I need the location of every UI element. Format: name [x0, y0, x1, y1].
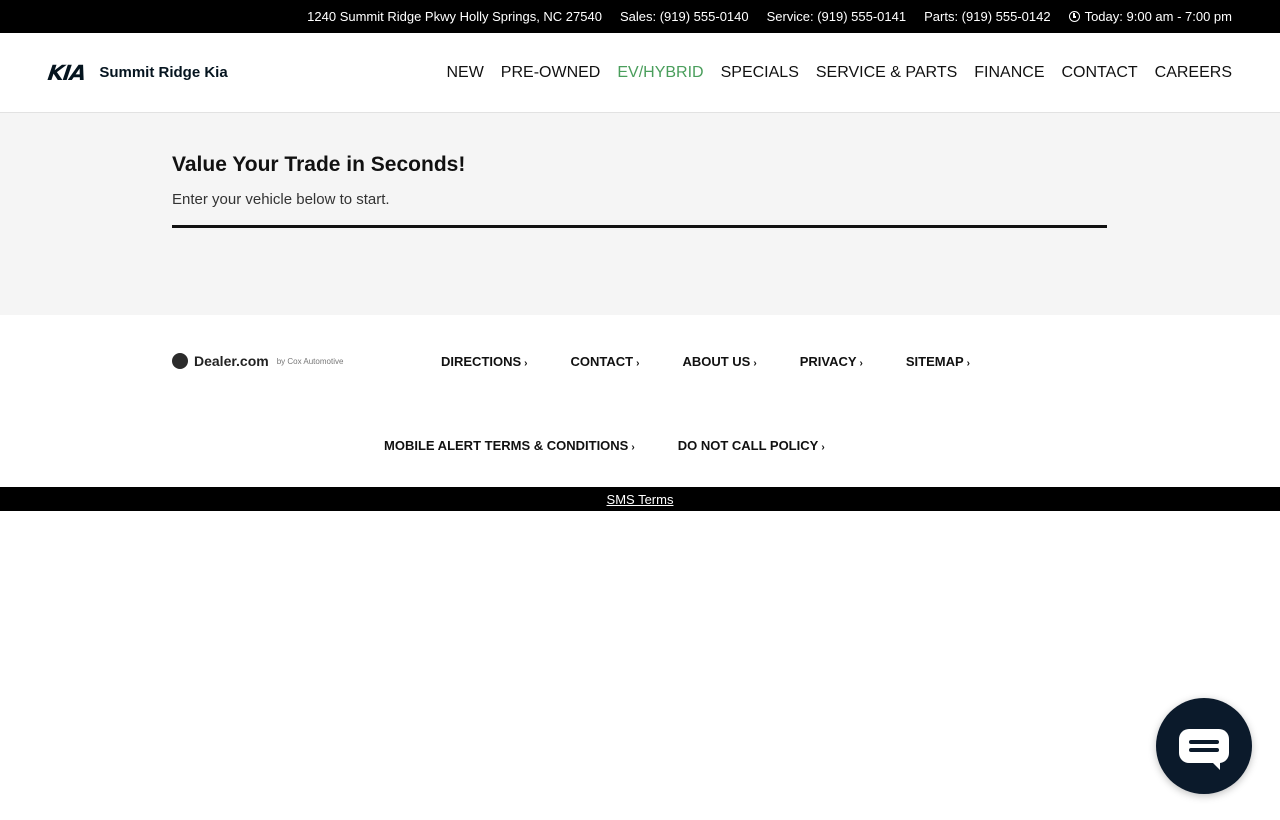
footer-links-row-1: DIRECTIONS › CONTACT › ABOUT US › PRIVACY › …	[441, 354, 1013, 369]
nav-new[interactable]: NEW	[446, 64, 483, 82]
parts-phone[interactable]: Parts: (919) 555-0142	[924, 9, 1050, 24]
nav-careers[interactable]: CAREERS	[1155, 64, 1232, 82]
kia-logo: KIA	[46, 60, 88, 85]
chevron-right-icon: ›	[821, 442, 825, 453]
dealer-address[interactable]: 1240 Summit Ridge Pkwy Holly Springs, NC…	[307, 9, 602, 24]
clock-icon	[1068, 11, 1080, 22]
chevron-right-icon: ›	[631, 442, 635, 453]
sales-phone[interactable]: Sales: (919) 555-0140	[620, 9, 749, 24]
site-footer: Dealer.com by Cox Automotive DIRECTIONS ›…	[0, 315, 1280, 487]
nav-service-parts[interactable]: SERVICE & PARTS	[816, 64, 957, 82]
footer-link-mobile-alert-terms[interactable]: MOBILE ALERT TERMS & CONDITIONS ›	[384, 438, 635, 453]
dealercom-logo[interactable]: Dealer.com by Cox Automotive	[172, 353, 343, 369]
service-phone[interactable]: Service: (919) 555-0141	[767, 9, 906, 24]
chevron-right-icon: ›	[859, 358, 863, 369]
sms-terms-link[interactable]: SMS Terms	[607, 492, 674, 507]
hours[interactable]: Today: 9:00 am - 7:00 pm	[1068, 9, 1232, 24]
footer-link-do-not-call[interactable]: DO NOT CALL POLICY ›	[678, 438, 825, 453]
chat-bubble-icon	[1179, 729, 1229, 770]
nav-specials[interactable]: SPECIALS	[721, 64, 799, 82]
chevron-right-icon: ›	[966, 358, 970, 369]
trade-value-section: Value Your Trade in Seconds! Enter your …	[0, 113, 1280, 315]
dealercom-text: Dealer.com	[194, 353, 269, 369]
chevron-right-icon: ›	[524, 358, 528, 369]
hours-text: Today: 9:00 am - 7:00 pm	[1084, 9, 1232, 24]
nav-pre-owned[interactable]: PRE-OWNED	[501, 64, 601, 82]
trade-title: Value Your Trade in Seconds!	[172, 153, 466, 176]
site-header: KIA Summit Ridge Kia NEW PRE-OWNED EV/HY…	[0, 33, 1280, 113]
sms-terms-bar: SMS Terms	[0, 487, 1280, 511]
footer-link-privacy[interactable]: PRIVACY ›	[800, 354, 863, 369]
nav-ev-hybrid[interactable]: EV/HYBRID	[617, 64, 703, 82]
footer-link-directions[interactable]: DIRECTIONS ›	[441, 354, 528, 369]
chat-button[interactable]	[1156, 698, 1252, 794]
brand-home-link[interactable]: KIA Summit Ridge Kia	[46, 60, 228, 85]
top-info-bar: 1240 Summit Ridge Pkwy Holly Springs, NC…	[0, 0, 1280, 33]
footer-link-sitemap[interactable]: SITEMAP ›	[906, 354, 970, 369]
dealercom-by-text: by Cox Automotive	[276, 356, 344, 366]
dealercom-dot-icon	[172, 353, 188, 369]
dealer-name: Summit Ridge Kia	[99, 64, 228, 81]
chevron-right-icon: ›	[753, 358, 757, 369]
main-nav: NEW PRE-OWNED EV/HYBRID SPECIALS SERVICE…	[429, 64, 1232, 82]
trade-divider	[172, 225, 1107, 228]
trade-subtitle: Enter your vehicle below to start.	[172, 191, 390, 208]
nav-finance[interactable]: FINANCE	[974, 64, 1044, 82]
chevron-right-icon: ›	[636, 358, 640, 369]
footer-link-about-us[interactable]: ABOUT US ›	[682, 354, 756, 369]
footer-link-contact[interactable]: CONTACT ›	[571, 354, 640, 369]
footer-links-row-2: MOBILE ALERT TERMS & CONDITIONS › DO NOT …	[384, 438, 868, 453]
nav-contact[interactable]: CONTACT	[1062, 64, 1138, 82]
